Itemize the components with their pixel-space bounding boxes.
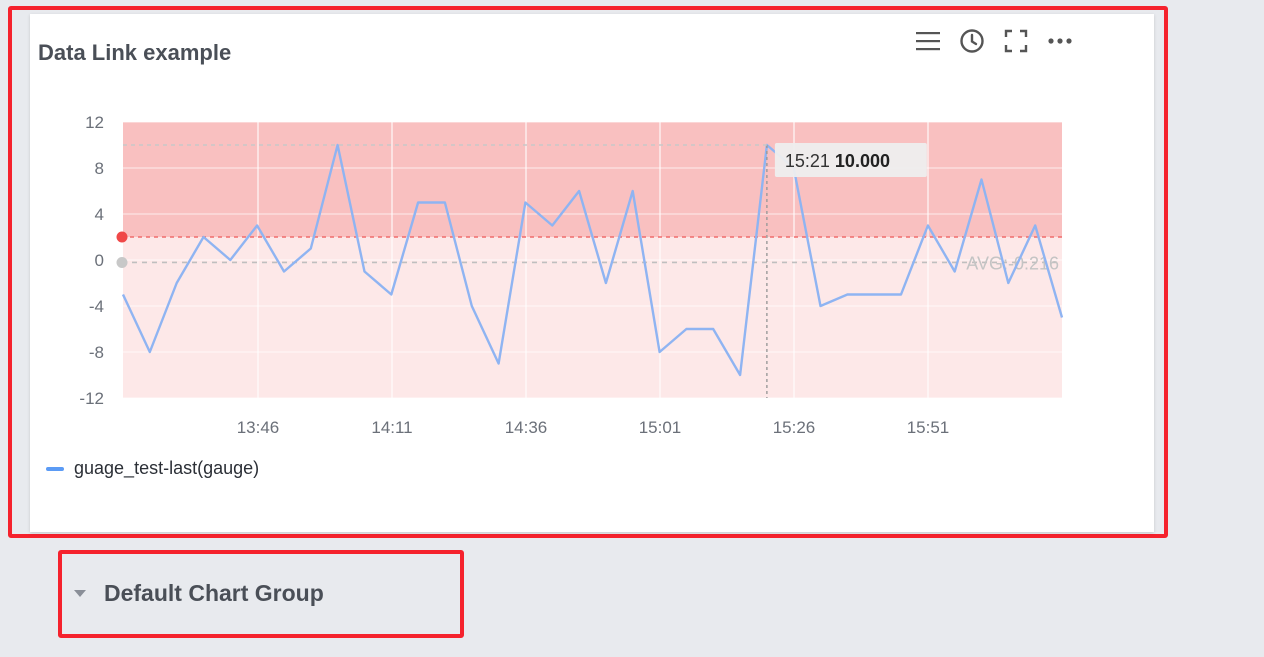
data-point — [201, 235, 206, 240]
data-point — [523, 200, 528, 205]
menu-icon — [916, 32, 940, 51]
data-point — [362, 269, 367, 274]
x-tick-label: 15:01 — [639, 418, 682, 437]
x-tick-label: 14:36 — [505, 418, 548, 437]
data-point — [308, 246, 313, 251]
data-point — [738, 373, 743, 378]
threshold-band-lower — [123, 237, 1062, 398]
data-point — [872, 292, 877, 297]
data-point — [899, 292, 904, 297]
data-point — [121, 292, 126, 297]
clock-icon — [960, 29, 984, 53]
menu-button[interactable] — [913, 26, 943, 56]
data-point — [1006, 281, 1011, 286]
y-tick-label: -4 — [89, 297, 104, 316]
data-point — [416, 200, 421, 205]
data-point — [818, 304, 823, 309]
data-point — [147, 350, 152, 355]
tooltip: 15:21 10.000 — [774, 143, 927, 177]
data-point — [845, 292, 850, 297]
data-point — [711, 327, 716, 332]
data-point — [442, 200, 447, 205]
tooltip-time: 15:21 10.000 — [785, 151, 890, 171]
data-point — [630, 189, 635, 194]
time-range-button[interactable] — [957, 26, 987, 56]
data-point — [577, 189, 582, 194]
chart-group-toggle[interactable]: Default Chart Group — [74, 580, 324, 607]
data-point — [255, 223, 260, 228]
data-point — [550, 223, 555, 228]
data-point — [228, 258, 233, 263]
data-point — [603, 281, 608, 286]
data-point — [174, 281, 179, 286]
data-point — [496, 361, 501, 366]
data-point — [1060, 315, 1065, 320]
legend-label: guage_test-last(gauge) — [74, 458, 260, 478]
panel-title: Data Link example — [38, 40, 232, 65]
more-button[interactable] — [1045, 26, 1075, 56]
data-point — [684, 327, 689, 332]
data-point — [469, 304, 474, 309]
legend-item[interactable]: guage_test-last(gauge) — [46, 458, 259, 479]
line-chart[interactable]: AVG:-0.216 13:46 14:11 14:36 15:01 15:26 15:5… — [60, 100, 1080, 450]
data-point — [389, 292, 394, 297]
more-icon — [1048, 38, 1072, 44]
x-tick-label: 13:46 — [237, 418, 280, 437]
data-point — [979, 177, 984, 182]
y-tick-label: 4 — [95, 205, 104, 224]
legend-swatch — [46, 466, 64, 471]
data-point — [952, 269, 957, 274]
data-point — [1033, 223, 1038, 228]
y-tick-label: 0 — [95, 251, 104, 270]
fullscreen-icon — [1004, 29, 1028, 53]
average-dot — [116, 256, 128, 268]
data-point — [925, 223, 930, 228]
y-tick-label: 12 — [85, 113, 104, 132]
threshold-band-upper — [123, 122, 1062, 237]
y-tick-label: -12 — [79, 389, 104, 408]
fullscreen-button[interactable] — [1001, 26, 1031, 56]
x-tick-label: 15:51 — [907, 418, 950, 437]
x-tick-label: 14:11 — [371, 418, 412, 437]
y-tick-label: -8 — [89, 343, 104, 362]
y-tick-label: 8 — [95, 159, 104, 178]
threshold-dot — [116, 231, 128, 243]
group-title: Default Chart Group — [104, 580, 324, 606]
panel-toolbar — [913, 24, 1075, 58]
tooltip-value: 10.000 — [835, 151, 890, 171]
caret-down-icon — [74, 590, 86, 597]
data-point — [281, 269, 286, 274]
data-point — [657, 350, 662, 355]
x-tick-label: 15:26 — [773, 418, 816, 437]
